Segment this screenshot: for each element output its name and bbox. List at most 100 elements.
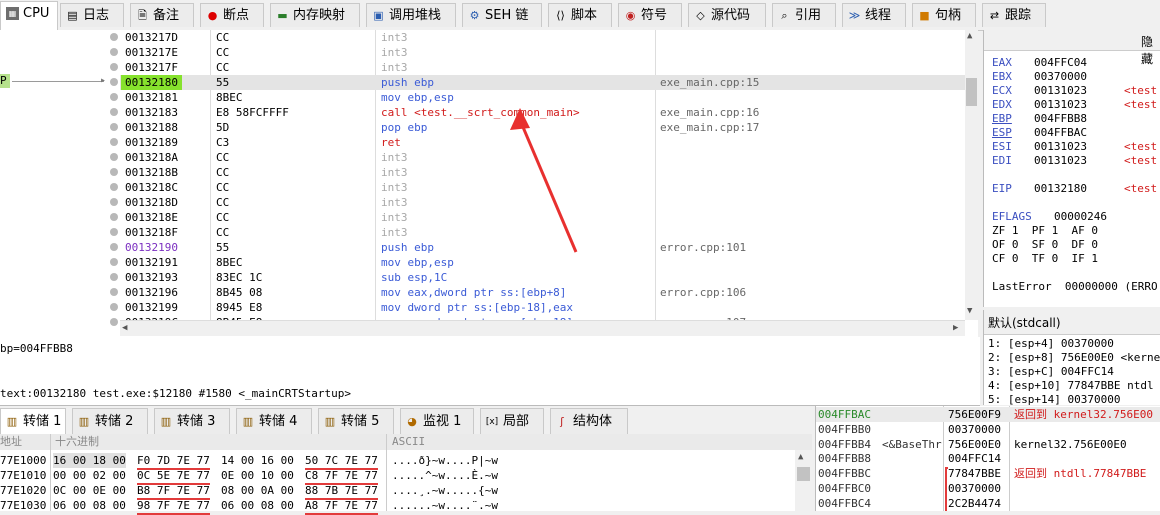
argument-row[interactable]: 2: [esp+8] 756E00E0 <kerne bbox=[988, 351, 1160, 365]
scroll-right-icon[interactable]: ▶ bbox=[953, 323, 958, 333]
disasm-row[interactable]: 00132193 83EC 1C sub esp,1C bbox=[120, 270, 965, 285]
register-eflags[interactable]: EFLAGS 00000246 bbox=[992, 210, 1160, 224]
register-esi[interactable]: ESI 00131023 <test bbox=[992, 140, 1160, 154]
argument-row[interactable]: 4: [esp+10] 77847BBE ntdl bbox=[988, 379, 1154, 393]
breakpoint-dot[interactable] bbox=[110, 273, 118, 281]
register-edi[interactable]: EDI 00131023 <test bbox=[992, 154, 1160, 168]
calling-convention-label: 默认(stdcall) bbox=[988, 316, 1061, 330]
tab-dump-4[interactable]: ▥ 转储 4 bbox=[236, 408, 312, 434]
tab-seh[interactable]: ⚙ SEH 链 bbox=[462, 3, 542, 27]
disasm-row[interactable]: 0013217F CC int3 bbox=[120, 60, 965, 75]
stack-row[interactable]: 004FFBBC 77847BBE 返回到 ntdll.77847BBE bbox=[816, 466, 1160, 481]
register-eip[interactable]: EIP 00132180 <test bbox=[992, 182, 1160, 196]
tab-trace[interactable]: ⇄ 跟踪 bbox=[982, 3, 1046, 27]
breakpoint-dot[interactable] bbox=[110, 48, 118, 56]
scroll-up-icon[interactable]: ▲ bbox=[798, 452, 803, 462]
register-ecx[interactable]: ECX 00131023 <test bbox=[992, 84, 1160, 98]
calling-convention-select[interactable]: 默认(stdcall) bbox=[984, 310, 1160, 335]
breakpoint-dot[interactable] bbox=[110, 318, 118, 326]
disasm-row[interactable]: 00132199 8945 E8 mov dword ptr ss:[ebp-18]… bbox=[120, 300, 965, 315]
breakpoint-dot[interactable] bbox=[110, 78, 118, 86]
breakpoint-dot[interactable] bbox=[110, 183, 118, 191]
tab-dump-1[interactable]: ▥ 转储 1 bbox=[0, 408, 66, 434]
stack-row[interactable]: 004FFBC4 2C2B4474 bbox=[816, 496, 1160, 511]
register-name: ESI bbox=[992, 140, 1012, 153]
disasm-horizontal-scrollbar[interactable]: ◀ ▶ bbox=[120, 320, 965, 336]
register-ebx[interactable]: EBX 00370000 bbox=[992, 70, 1160, 84]
tab-threads[interactable]: ≫ 线程 bbox=[842, 3, 906, 27]
disasm-row[interactable]: 00132180 55 push ebp exe_main.cpp:15 bbox=[120, 75, 965, 90]
tab-locals[interactable]: [x] 局部 bbox=[480, 408, 544, 434]
tab-dump-5[interactable]: ▥ 转储 5 bbox=[318, 408, 394, 434]
breakpoint-dot[interactable] bbox=[110, 138, 118, 146]
scroll-left-icon[interactable]: ◀ bbox=[122, 323, 127, 333]
register-esp[interactable]: ESP 004FFBAC bbox=[992, 126, 1160, 140]
stack-row[interactable]: 004FFBB8 004FFC14 bbox=[816, 451, 1160, 466]
breakpoint-dot[interactable] bbox=[110, 303, 118, 311]
disasm-row[interactable]: 0013217E CC int3 bbox=[120, 45, 965, 60]
registers-header[interactable]: 隐藏 bbox=[984, 30, 1160, 66]
scroll-down-icon[interactable]: ▼ bbox=[967, 306, 972, 316]
tab-symbols[interactable]: ◉ 符号 bbox=[618, 3, 682, 27]
breakpoint-dot[interactable] bbox=[110, 33, 118, 41]
stack-row[interactable]: 004FFBB4 <&BaseThr 756E00E0 kernel32.756E00… bbox=[816, 437, 1160, 452]
tab-log[interactable]: ▤ 日志 bbox=[60, 3, 124, 27]
stack-address: 004FFBB8 bbox=[818, 452, 871, 466]
breakpoint-dot[interactable] bbox=[110, 153, 118, 161]
flags-row[interactable]: CF 0 TF 0 IF 1 bbox=[992, 252, 1098, 266]
argument-row[interactable]: 5: [esp+14] 00370000 bbox=[988, 393, 1120, 407]
breakpoint-dot[interactable] bbox=[110, 108, 118, 116]
breakpoint-dot[interactable] bbox=[110, 63, 118, 71]
memory-dump-view[interactable]: 地址 十六进制 ASCII 77E1000 16 00 18 00 F0 7D 7E… bbox=[0, 434, 812, 515]
breakpoint-dot[interactable] bbox=[110, 288, 118, 296]
tab-struct[interactable]: ʃ 结构体 bbox=[550, 408, 628, 434]
scroll-thumb[interactable] bbox=[797, 467, 810, 481]
scroll-up-icon[interactable]: ▲ bbox=[967, 31, 972, 41]
disasm-row[interactable]: 00132196 8B45 08 mov eax,dword ptr ss:[ebp… bbox=[120, 285, 965, 300]
breakpoint-dot[interactable] bbox=[110, 258, 118, 266]
dump-vertical-scrollbar[interactable]: ▲ bbox=[795, 450, 812, 511]
register-edx[interactable]: EDX 00131023 <test bbox=[992, 98, 1160, 112]
tab-memory-map[interactable]: ▬ 内存映射 bbox=[270, 3, 360, 27]
register-value: 00131023 bbox=[1034, 154, 1087, 167]
stack-row[interactable]: 004FFBAC 756E00F9 返回到 kernel32.756E00 bbox=[816, 407, 1160, 422]
scroll-thumb[interactable] bbox=[966, 78, 977, 106]
breakpoint-column[interactable] bbox=[108, 30, 120, 326]
flags-row[interactable]: ZF 1 PF 1 AF 0 bbox=[992, 224, 1098, 238]
stack-row[interactable]: 004FFBC0 00370000 bbox=[816, 481, 1160, 496]
breakpoint-dot[interactable] bbox=[110, 198, 118, 206]
breakpoint-dot[interactable] bbox=[110, 243, 118, 251]
breakpoint-dot[interactable] bbox=[110, 228, 118, 236]
tab-call-stack[interactable]: ▣ 调用堆栈 bbox=[366, 3, 456, 27]
disasm-vertical-scrollbar[interactable]: ▲ ▼ bbox=[965, 30, 978, 320]
tab-cpu[interactable]: ▦ CPU bbox=[0, 1, 58, 30]
stack-row[interactable]: 004FFBB0 00370000 bbox=[816, 422, 1160, 437]
tab-breakpoints[interactable]: ● 断点 bbox=[200, 3, 264, 27]
tab-handles[interactable]: ■ 句柄 bbox=[912, 3, 976, 27]
dump-row[interactable]: 77E1010 00 00 02 00 0C 5E 7E 77 0E 00 10 00… bbox=[0, 468, 795, 485]
tab-watch-1[interactable]: ◕ 监视 1 bbox=[400, 408, 474, 434]
tab-script[interactable]: ⟨⟩ 脚本 bbox=[548, 3, 612, 27]
register-ebp[interactable]: EBP 004FFBB8 bbox=[992, 112, 1160, 126]
argument-row[interactable]: 3: [esp+C] 004FFC14 bbox=[988, 365, 1114, 379]
breakpoint-dot[interactable] bbox=[110, 123, 118, 131]
disassembly-view[interactable]: P ▸ 0013217D CC int3 0013217E CC int3 0013217F… bbox=[0, 30, 978, 338]
disasm-instruction: int3 bbox=[381, 226, 408, 239]
dump-row[interactable]: 77E1020 0C 00 0E 00 B8 7F 7E 77 08 00 0A 00… bbox=[0, 483, 795, 500]
disasm-row[interactable]: 0013217D CC int3 bbox=[120, 30, 965, 45]
tab-references[interactable]: ⌕ 引用 bbox=[772, 3, 836, 27]
breakpoint-dot[interactable] bbox=[110, 213, 118, 221]
breakpoint-dot[interactable] bbox=[110, 93, 118, 101]
tab-notes[interactable]: 🗎 备注 bbox=[130, 3, 194, 27]
register-eax[interactable]: EAX 004FFC04 bbox=[992, 56, 1160, 70]
stack-view[interactable]: 004FFBAC 756E00F9 返回到 kernel32.756E00 004FF… bbox=[815, 406, 1160, 511]
tab-source[interactable]: ◇ 源代码 bbox=[688, 3, 766, 27]
argument-row[interactable]: 1: [esp+4] 00370000 bbox=[988, 337, 1114, 351]
disasm-bytes: 55 bbox=[216, 76, 230, 89]
breakpoint-dot[interactable] bbox=[110, 168, 118, 176]
flags-row[interactable]: OF 0 SF 0 DF 0 bbox=[992, 238, 1098, 252]
last-error[interactable]: LastError 00000000 (ERRO bbox=[992, 280, 1158, 294]
tab-dump-3[interactable]: ▥ 转储 3 bbox=[154, 408, 230, 434]
dump-row[interactable]: 77E1000 16 00 18 00 F0 7D 7E 77 14 00 16 00… bbox=[0, 453, 795, 470]
tab-dump-2[interactable]: ▥ 转储 2 bbox=[72, 408, 148, 434]
